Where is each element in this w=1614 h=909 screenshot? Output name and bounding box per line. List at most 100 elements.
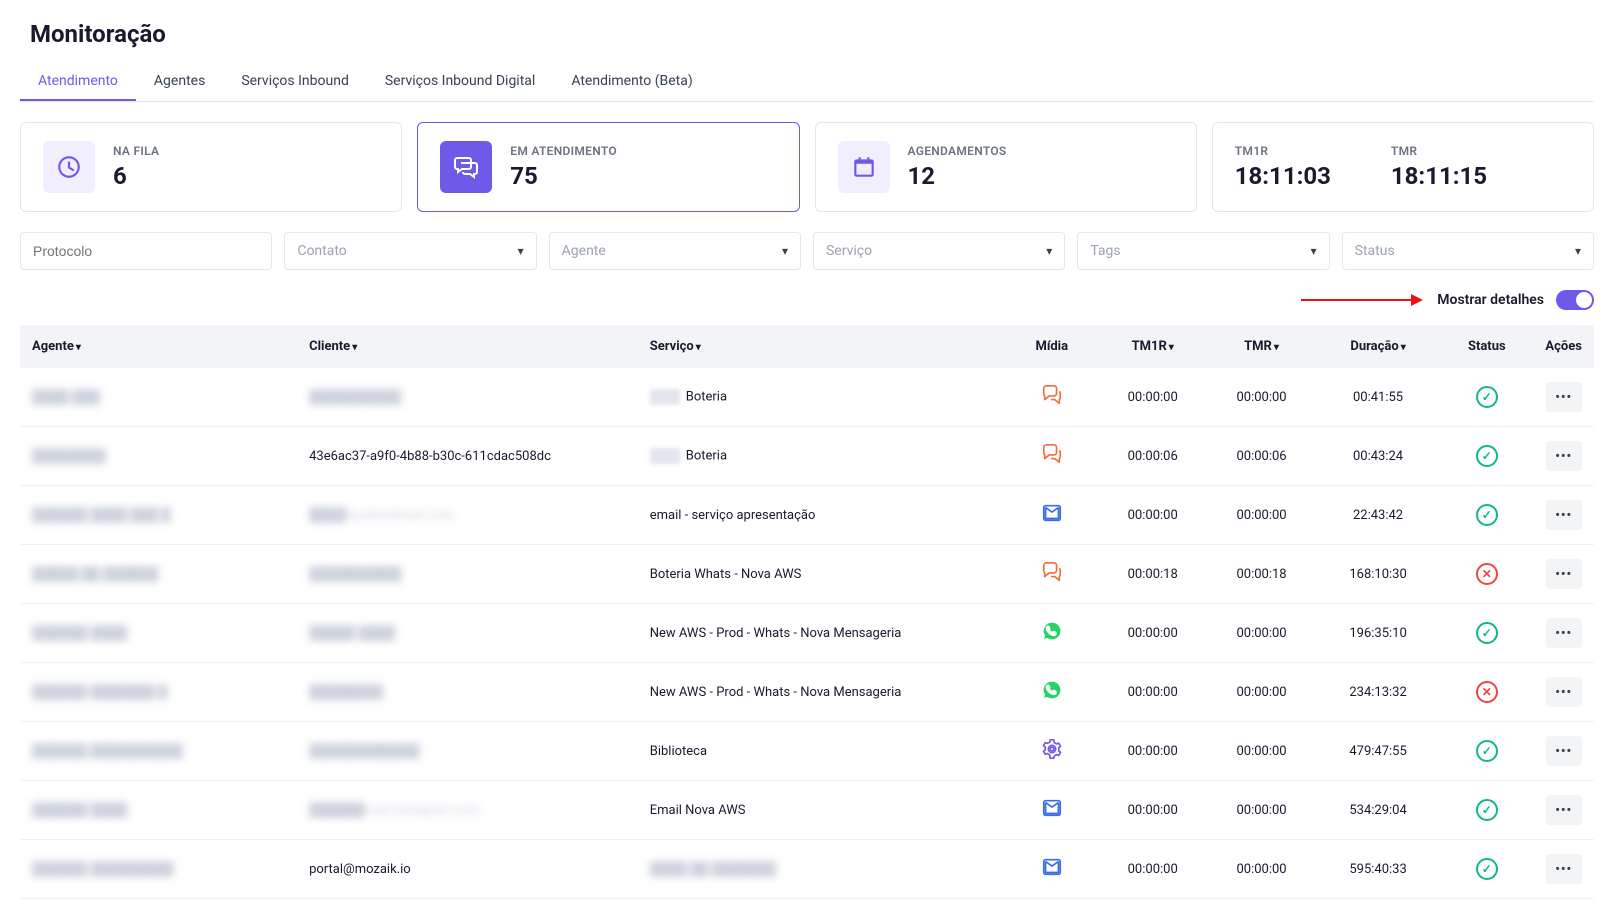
tmr-cell: 00:00:00 — [1207, 840, 1316, 899]
tab-agentes[interactable]: Agentes — [136, 63, 223, 101]
whatsapp-icon — [1041, 679, 1063, 701]
filter-status[interactable]: Status▾ — [1342, 232, 1594, 270]
table-row: ████████ 43e6ac37-a9f0-4b88-b30c-611cdac… — [20, 427, 1594, 486]
col-acoes: Ações — [1533, 325, 1594, 368]
tmr-cell: 00:00:00 — [1207, 604, 1316, 663]
tm1r-cell: 00:00:00 — [1098, 722, 1207, 781]
agent-name: █████ ██ ██████ — [32, 567, 158, 582]
status-badge: ✓ — [1476, 504, 1498, 526]
duration-cell: 00:41:55 — [1316, 368, 1440, 427]
filter-protocolo[interactable] — [20, 232, 272, 270]
filter-servico[interactable]: Serviço▾ — [813, 232, 1065, 270]
col-midia: Mídia — [1005, 325, 1098, 368]
status-badge: ✕ — [1476, 563, 1498, 585]
chat-icon — [1041, 561, 1063, 583]
agent-name: ██████ █████████ — [32, 862, 173, 877]
row-actions-button[interactable]: ••• — [1546, 441, 1582, 471]
tm1r-value: 18:11:03 — [1235, 162, 1331, 190]
table-row: ██████ █████████ portal@mozaik.io ████ █… — [20, 840, 1594, 899]
tmr-cell: 00:00:00 — [1207, 486, 1316, 545]
row-actions-button[interactable]: ••• — [1546, 854, 1582, 884]
col-status: Status — [1440, 325, 1533, 368]
duration-cell: 196:35:10 — [1316, 604, 1440, 663]
tabs: AtendimentoAgentesServiços InboundServiç… — [20, 63, 1594, 102]
row-actions-button[interactable]: ••• — [1546, 500, 1582, 530]
whatsapp-icon — [1041, 620, 1063, 642]
status-badge: ✓ — [1476, 799, 1498, 821]
tmr-cell: 00:00:06 — [1207, 427, 1316, 486]
table-row: ██████ ████ ███ █ ████facebookmail.com e… — [20, 486, 1594, 545]
agent-name: ██████ ████ — [32, 803, 127, 818]
chevron-down-icon: ▾ — [1046, 244, 1052, 258]
client-cell: portal@mozaik.io — [297, 840, 638, 899]
row-actions-button[interactable]: ••• — [1546, 382, 1582, 412]
chevron-down-icon: ▾ — [1311, 244, 1317, 258]
chevron-down-icon: ▾ — [782, 244, 788, 258]
client-cell: ████████ — [297, 663, 638, 722]
card-serving-label: EM ATENDIMENTO — [510, 144, 617, 158]
tab-atendimento[interactable]: Atendimento — [20, 63, 136, 101]
tm1r-cell: 00:00:00 — [1098, 781, 1207, 840]
status-badge: ✕ — [1476, 681, 1498, 703]
duration-cell: 595:40:33 — [1316, 840, 1440, 899]
tm1r-cell: 00:00:06 — [1098, 427, 1207, 486]
tmr-cell: 00:00:00 — [1207, 663, 1316, 722]
service-cell: Boteria — [638, 368, 1006, 427]
agent-name: ████ ███ — [32, 390, 100, 405]
status-badge: ✓ — [1476, 740, 1498, 762]
card-scheduled[interactable]: AGENDAMENTOS 12 — [815, 122, 1197, 212]
filters: Contato▾ Agente▾ Serviço▾ Tags▾ Status▾ — [20, 232, 1594, 270]
filter-tags[interactable]: Tags▾ — [1077, 232, 1329, 270]
tmr-cell: 00:00:00 — [1207, 722, 1316, 781]
service-cell: New AWS - Prod - Whats - Nova Mensageria — [638, 663, 1006, 722]
status-badge: ✓ — [1476, 445, 1498, 467]
agent-name: ██████ ███████ █ — [32, 685, 167, 700]
card-serving[interactable]: EM ATENDIMENTO 75 — [417, 122, 799, 212]
tab-atendimento-beta-[interactable]: Atendimento (Beta) — [553, 63, 710, 101]
service-cell: ████ ██ ███████ — [638, 840, 1006, 899]
row-actions-button[interactable]: ••• — [1546, 736, 1582, 766]
status-badge: ✓ — [1476, 622, 1498, 644]
client-cell: ████facebookmail.com — [297, 486, 638, 545]
row-actions-button[interactable]: ••• — [1546, 559, 1582, 589]
agent-name: ██████ ██████████ — [32, 744, 183, 759]
row-actions-button[interactable]: ••• — [1546, 795, 1582, 825]
attendance-table: Agente▾ Cliente▾ Serviço▾ Mídia TM1R▾ TM… — [20, 325, 1594, 899]
tmr-cell: 00:00:18 — [1207, 545, 1316, 604]
service-cell: Email Nova AWS — [638, 781, 1006, 840]
card-sched-value: 12 — [908, 162, 1007, 190]
col-cliente[interactable]: Cliente▾ — [297, 325, 638, 368]
table-row: ██████ ██████████ ████████████ Bibliotec… — [20, 722, 1594, 781]
table-row: ██████ ███████ █ ████████ New AWS - Prod… — [20, 663, 1594, 722]
service-cell: Biblioteca — [638, 722, 1006, 781]
tmr-cell: 00:00:00 — [1207, 368, 1316, 427]
chevron-down-icon: ▾ — [518, 244, 524, 258]
row-actions-button[interactable]: ••• — [1546, 618, 1582, 648]
chat-icon — [440, 141, 492, 193]
details-toggle[interactable] — [1556, 290, 1594, 310]
card-sched-label: AGENDAMENTOS — [908, 144, 1007, 158]
card-serving-value: 75 — [510, 162, 617, 190]
tmr-label: TMR — [1391, 144, 1487, 158]
col-tm1r[interactable]: TM1R▾ — [1098, 325, 1207, 368]
col-servico[interactable]: Serviço▾ — [638, 325, 1006, 368]
card-queue[interactable]: NA FILA 6 — [20, 122, 402, 212]
tmr-value: 18:11:15 — [1391, 162, 1487, 190]
filter-agente[interactable]: Agente▾ — [549, 232, 801, 270]
row-actions-button[interactable]: ••• — [1546, 677, 1582, 707]
email-icon — [1041, 856, 1063, 878]
tab-servi-os-inbound-digital[interactable]: Serviços Inbound Digital — [367, 63, 553, 101]
status-badge: ✓ — [1476, 386, 1498, 408]
tm1r-cell: 00:00:00 — [1098, 604, 1207, 663]
tab-servi-os-inbound[interactable]: Serviços Inbound — [223, 63, 367, 101]
agent-name: ████████ — [32, 449, 106, 464]
col-duracao[interactable]: Duração▾ — [1316, 325, 1440, 368]
service-cell: email - serviço apresentação — [638, 486, 1006, 545]
tmr-cell: 00:00:00 — [1207, 781, 1316, 840]
duration-cell: 22:43:42 — [1316, 486, 1440, 545]
col-tmr[interactable]: TMR▾ — [1207, 325, 1316, 368]
col-agente[interactable]: Agente▾ — [20, 325, 297, 368]
email-icon — [1041, 797, 1063, 819]
filter-contato[interactable]: Contato▾ — [284, 232, 536, 270]
table-row: █████ ██ ██████ ██████████ Boteria Whats… — [20, 545, 1594, 604]
